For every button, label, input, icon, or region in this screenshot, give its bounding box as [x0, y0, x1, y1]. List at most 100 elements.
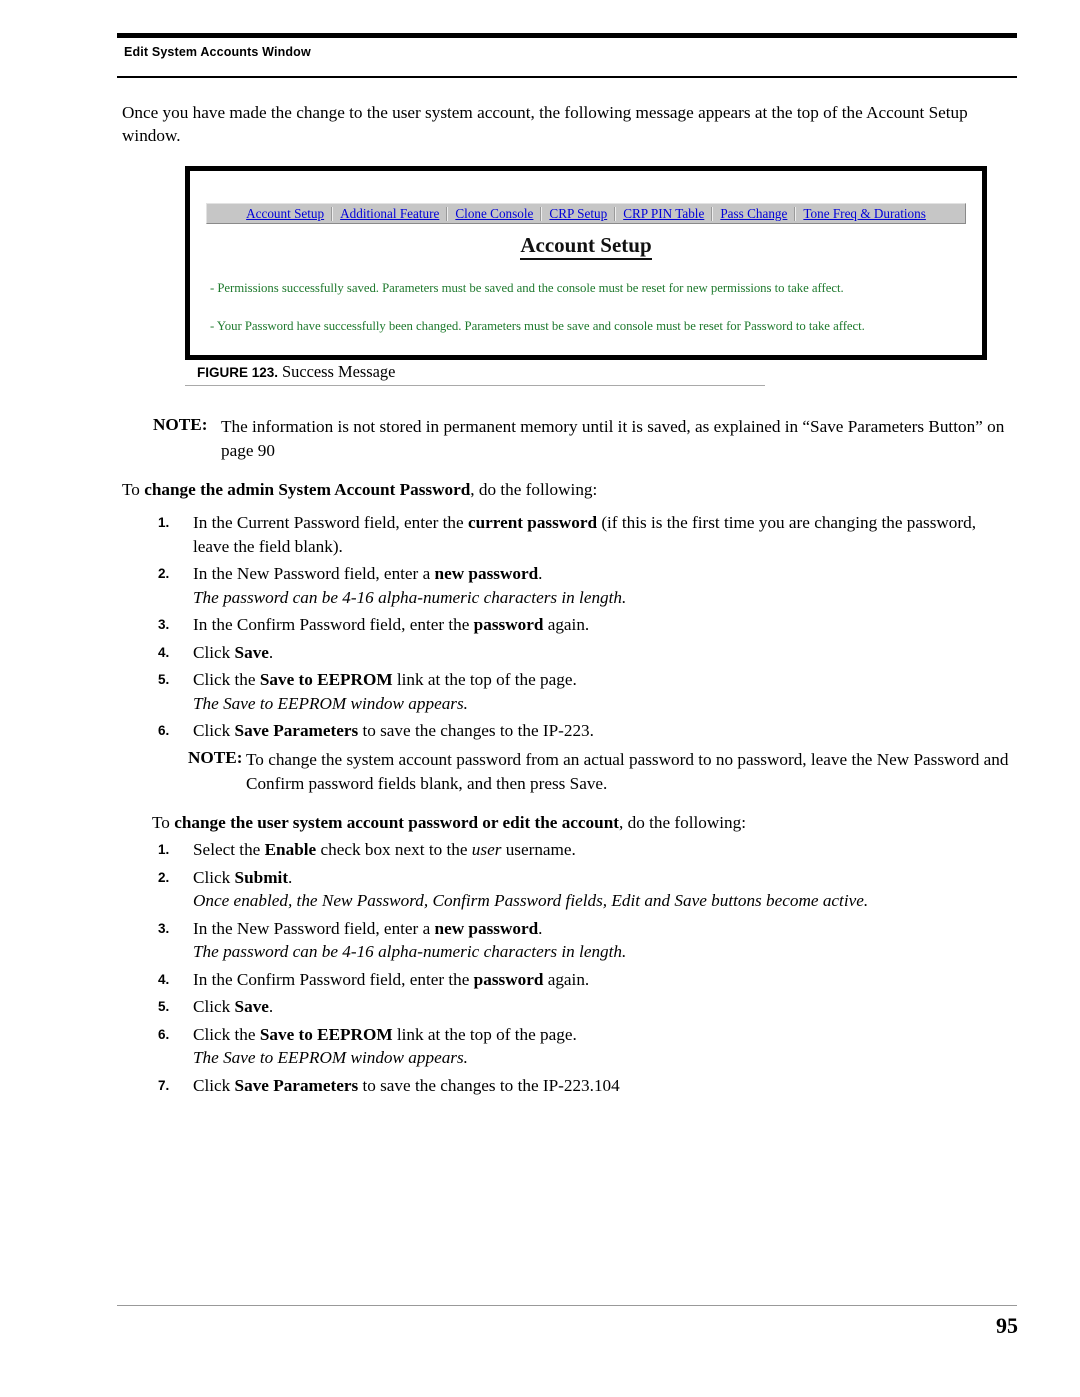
- nav-tab-tone-freq-durations[interactable]: Tone Freq & Durations: [797, 207, 932, 220]
- step-item: 5. Click the Save to EEPROM link at the …: [155, 668, 990, 715]
- nav-separator: [614, 206, 617, 221]
- step-number: 2.: [158, 869, 170, 885]
- step-text-pre: Click: [193, 642, 235, 662]
- step-number: 3.: [158, 920, 170, 936]
- step-number: 5.: [158, 999, 170, 1014]
- step-text-pre: Click: [193, 997, 235, 1016]
- step-text-pre: Click: [193, 721, 235, 740]
- section-heading-lead: To: [152, 813, 175, 832]
- step-item: 6. Click Save Parameters to save the cha…: [155, 719, 990, 743]
- header-rule-bottom: [117, 76, 1017, 78]
- step-text-italic: user: [471, 840, 502, 859]
- step-text-bold: password: [473, 615, 544, 634]
- figure-caption-rule: [185, 385, 765, 387]
- section-heading-emphasis: change the admin System Account Password: [144, 480, 471, 499]
- step-item: 7. Click Save Parameters to save the cha…: [155, 1074, 990, 1098]
- nav-tab-account-setup[interactable]: Account Setup: [240, 207, 330, 220]
- page-number: 95: [996, 1313, 1018, 1338]
- ui-page-title: Account Setup: [190, 233, 982, 260]
- step-text-post: .: [288, 867, 293, 887]
- figure-caption-label: FIGURE 123.: [197, 365, 279, 380]
- step-text-bold: Save Parameters: [234, 721, 359, 740]
- step-text-bold: new password: [434, 918, 539, 938]
- section-heading-user-password: To change the user system account passwo…: [152, 813, 1018, 833]
- step-text-post: again.: [543, 615, 590, 634]
- note-body-quoted: “Save Parameters Button”: [802, 417, 983, 436]
- step-item: 4. Click Save.: [155, 641, 990, 665]
- document-page: Edit System Accounts Window Once you hav…: [0, 0, 1080, 1397]
- step-text-pre: In the New Password field, enter a: [193, 564, 435, 583]
- ui-page-title-text: Account Setup: [520, 233, 652, 260]
- step-number: 6.: [158, 723, 170, 738]
- nav-separator: [794, 206, 797, 221]
- section-heading-tail: , do the following:: [470, 480, 598, 499]
- step-subnote: The password can be 4-16 alpha-numeric c…: [193, 587, 627, 607]
- step-text-bold: password: [473, 969, 544, 989]
- step-item: 1. Select the Enable check box next to t…: [155, 838, 990, 862]
- section-heading-lead: To: [122, 480, 145, 499]
- nav-tab-crp-pin-table[interactable]: CRP PIN Table: [617, 207, 710, 220]
- step-number: 1.: [158, 515, 170, 530]
- step-text-bold: new password: [434, 564, 539, 583]
- step-text-bold: Save: [234, 642, 269, 662]
- step-item: 5. Click Save.: [155, 995, 990, 1019]
- steps-list-user-password: 1. Select the Enable check box next to t…: [155, 838, 990, 1101]
- step-text-post: to save the changes to the IP-223.104: [358, 1075, 620, 1095]
- step-text-bold: current password: [467, 513, 598, 532]
- step-text-bold: Save to EEPROM: [259, 670, 393, 689]
- nav-separator: [331, 206, 334, 221]
- step-text-post: .: [268, 997, 274, 1016]
- step-text-pre: Select the: [193, 840, 265, 859]
- figure-caption: FIGURE 123. Success Message: [197, 362, 797, 382]
- nav-tab-crp-setup[interactable]: CRP Setup: [543, 207, 613, 220]
- footer-rule: [117, 1305, 1017, 1307]
- note-body: The information is not stored in permane…: [221, 415, 1018, 462]
- step-text-post: .: [538, 564, 543, 583]
- steps-list-admin-password: 1. In the Current Password field, enter …: [155, 511, 990, 747]
- step-number: 2.: [158, 566, 170, 581]
- step-text-post: check box next to the: [316, 840, 472, 859]
- step-text-post: again.: [543, 969, 590, 989]
- step-subnote: The password can be 4-16 alpha-numeric c…: [193, 942, 627, 961]
- nav-tab-additional-feature[interactable]: Additional Feature: [334, 207, 445, 220]
- ui-navigation-bar: Account Setup Additional Feature Clone C…: [206, 203, 966, 224]
- nav-separator: [711, 206, 714, 221]
- step-text-pre: Click the: [193, 1024, 260, 1044]
- step-text-bold: Save Parameters: [234, 1075, 359, 1095]
- nav-tab-clone-console[interactable]: Clone Console: [449, 207, 539, 220]
- nav-tab-pass-change[interactable]: Pass Change: [714, 207, 793, 220]
- note-body-part1: The information is not stored in permane…: [221, 417, 803, 436]
- step-number: 1.: [158, 842, 170, 857]
- step-subnote: Once enabled, the New Password, Confirm …: [193, 891, 869, 910]
- step-text-pre: In the Confirm Password field, enter the: [193, 969, 474, 989]
- step-text-post2: username.: [501, 840, 576, 859]
- step-text-bold: Save: [234, 997, 269, 1016]
- step-subnote: The Save to EEPROM window appears.: [193, 693, 468, 713]
- step-item: 6. Click the Save to EEPROM link at the …: [155, 1023, 990, 1070]
- step-item: 2. In the New Password field, enter a ne…: [155, 562, 990, 609]
- section-heading-tail: , do the following:: [619, 813, 746, 832]
- note-body: To change the system account password fr…: [246, 750, 1009, 793]
- success-message-permissions: - Permissions successfully saved. Parame…: [210, 281, 844, 295]
- step-item: 1. In the Current Password field, enter …: [155, 511, 990, 558]
- step-item: 3. In the Confirm Password field, enter …: [155, 613, 990, 637]
- step-text-bold: Save to EEPROM: [259, 1024, 393, 1044]
- header-rule-top: [117, 33, 1017, 38]
- figure-caption-text: Success Message: [282, 362, 396, 381]
- section-heading-emphasis: change the user system account password …: [174, 813, 619, 832]
- step-text-post: link at the top of the page.: [392, 670, 577, 689]
- step-number: 6.: [158, 1026, 170, 1042]
- step-number: 7.: [158, 1077, 170, 1093]
- step-text-post: .: [268, 642, 274, 662]
- step-number: 4.: [158, 644, 170, 660]
- figure-screenshot-account-setup: Account Setup Additional Feature Clone C…: [185, 166, 987, 360]
- step-subnote: The Save to EEPROM window appears.: [193, 1048, 468, 1067]
- step-text-post: link at the top of the page.: [392, 1024, 577, 1044]
- step-text-post: to save the changes to the IP-223.: [358, 721, 594, 740]
- nav-separator: [540, 206, 543, 221]
- step-number: 4.: [158, 971, 170, 987]
- note-label: NOTE:: [188, 748, 243, 767]
- step-text-pre: Click the: [193, 670, 260, 689]
- step-text-post: .: [538, 918, 543, 938]
- success-message-password: - Your Password have successfully been c…: [210, 319, 865, 333]
